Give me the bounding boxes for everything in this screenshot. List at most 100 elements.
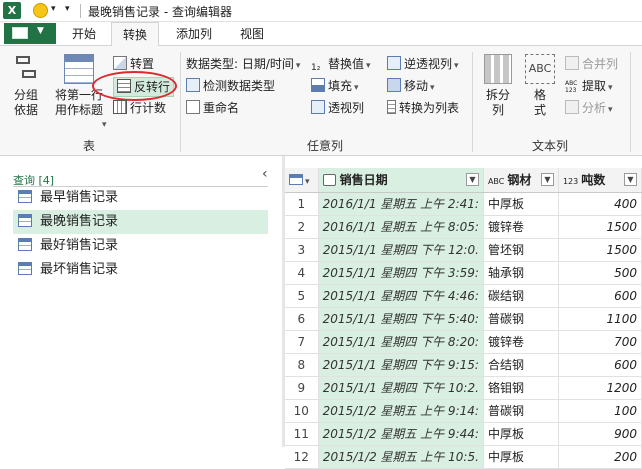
table-row[interactable]: 10 2015/1/2 星期五 上午 9:14: 普碳钢 100: [285, 399, 642, 423]
cell-steel[interactable]: 普碳钢: [483, 307, 559, 331]
smiley-feedback-icon[interactable]: [33, 3, 48, 18]
table-row[interactable]: 1 2016/1/1 星期五 上午 2:41: 中厚板 400: [285, 192, 642, 216]
cell-steel[interactable]: 管坯钢: [483, 238, 559, 262]
column-header-steel[interactable]: ABC 钢材 ▼: [483, 168, 559, 193]
query-item[interactable]: 最好销售记录: [13, 234, 268, 258]
query-item-label: 最晚销售记录: [40, 214, 119, 229]
data-type-dropdown[interactable]: 数据类型: 日期/时间 ▾: [186, 55, 300, 73]
cell-sale-date[interactable]: 2015/1/2 星期五 上午 9:44:: [318, 422, 484, 446]
column-header-tonnage[interactable]: 123 吨数 ▼: [558, 168, 642, 193]
cell-tonnage[interactable]: 600: [558, 353, 642, 377]
table-row[interactable]: 11 2015/1/2 星期五 上午 9:44: 中厚板 900: [285, 422, 642, 446]
fill-button[interactable]: 填充 ▾: [311, 77, 359, 95]
column-name: 销售日期: [339, 173, 388, 188]
table-row[interactable]: 5 2015/1/1 星期四 下午 4:46: 碳结钢 600: [285, 284, 642, 308]
query-item-selected[interactable]: 最晚销售记录: [13, 210, 268, 234]
detect-data-type-label: 检测数据类型: [203, 79, 276, 93]
cell-sale-date[interactable]: 2015/1/1 星期四 下午 8:20:: [318, 330, 484, 354]
cell-sale-date[interactable]: 2015/1/1 星期四 下午 9:15:: [318, 353, 484, 377]
tab-home[interactable]: 开始: [64, 22, 104, 46]
cell-steel[interactable]: 轴承钢: [483, 261, 559, 285]
filter-dropdown-icon[interactable]: ▼: [540, 173, 554, 187]
cell-sale-date[interactable]: 2016/1/1 星期五 上午 8:05:: [318, 215, 484, 239]
cell-tonnage[interactable]: 1100: [558, 307, 642, 331]
cell-sale-date[interactable]: 2016/1/1 星期五 上午 2:41:: [318, 192, 484, 216]
detect-type-icon: [186, 78, 200, 92]
query-item[interactable]: 最坏销售记录: [13, 258, 268, 282]
cell-steel[interactable]: 中厚板: [483, 192, 559, 216]
cell-steel[interactable]: 普碳钢: [483, 399, 559, 423]
pivot-column-button[interactable]: 透视列: [311, 99, 364, 117]
cell-sale-date[interactable]: 2015/1/1 星期四 下午 4:46:: [318, 284, 484, 308]
table-row[interactable]: 4 2015/1/1 星期四 下午 3:59: 轴承钢 500: [285, 261, 642, 285]
tab-add-column[interactable]: 添加列: [166, 22, 222, 46]
move-button[interactable]: 移动 ▾: [387, 77, 435, 95]
column-header-sale-date[interactable]: 销售日期 ▼: [318, 168, 484, 193]
cell-steel[interactable]: 中厚板: [483, 422, 559, 446]
quick-access-dropdown-icon[interactable]: ▾: [65, 4, 70, 14]
cell-steel[interactable]: 中厚板: [483, 445, 559, 469]
table-row[interactable]: 12 2015/1/2 星期五 上午 10:5. 中厚板 200: [285, 445, 642, 469]
query-item[interactable]: 最早销售记录: [13, 186, 268, 210]
dropdown-arrow-icon: ▾: [608, 83, 613, 93]
cell-tonnage[interactable]: 500: [558, 261, 642, 285]
cell-tonnage[interactable]: 200: [558, 445, 642, 469]
excel-file-icon: [12, 27, 28, 39]
list-icon: [387, 100, 396, 114]
cell-sale-date[interactable]: 2015/1/1 星期四 下午 12:0.: [318, 238, 484, 262]
column-name: 钢材: [507, 173, 532, 188]
cell-tonnage[interactable]: 1500: [558, 215, 642, 239]
table-row[interactable]: 2 2016/1/1 星期五 上午 8:05: 镀锌卷 1500: [285, 215, 642, 239]
table-row[interactable]: 8 2015/1/1 星期四 下午 9:15: 合结钢 600: [285, 353, 642, 377]
cell-sale-date[interactable]: 2015/1/2 星期五 上午 9:14:: [318, 399, 484, 423]
cell-steel[interactable]: 铬钼钢: [483, 376, 559, 400]
filter-dropdown-icon[interactable]: ▼: [465, 173, 479, 187]
file-menu-button[interactable]: ▼: [4, 23, 56, 44]
replace-values-label: 替换值: [328, 57, 365, 71]
cell-tonnage[interactable]: 600: [558, 284, 642, 308]
detect-data-type-button[interactable]: 检测数据类型: [186, 77, 275, 95]
table-row[interactable]: 9 2015/1/1 星期四 下午 10:2. 铬钼钢 1200: [285, 376, 642, 400]
format-label: 格 式: [533, 88, 546, 117]
cell-tonnage[interactable]: 1200: [558, 376, 642, 400]
cell-tonnage[interactable]: 100: [558, 399, 642, 423]
group-by-button[interactable]: 分组 依据: [6, 54, 46, 118]
excel-app-icon[interactable]: X: [3, 2, 21, 19]
cell-tonnage[interactable]: 700: [558, 330, 642, 354]
cell-sale-date[interactable]: 2015/1/2 星期五 上午 10:5.: [318, 445, 484, 469]
cell-steel[interactable]: 镀锌卷: [483, 215, 559, 239]
cell-steel[interactable]: 镀锌卷: [483, 330, 559, 354]
table-row[interactable]: 7 2015/1/1 星期四 下午 8:20: 镀锌卷 700: [285, 330, 642, 354]
cell-sale-date[interactable]: 2015/1/1 星期四 下午 5:40:: [318, 307, 484, 331]
datetime-type-icon: [322, 174, 336, 187]
cell-steel[interactable]: 碳结钢: [483, 284, 559, 308]
rename-button[interactable]: 重命名: [186, 99, 239, 117]
count-rows-button[interactable]: 行计数: [113, 99, 166, 117]
tab-transform[interactable]: 转换: [111, 22, 159, 47]
query-item-label: 最坏销售记录: [40, 262, 119, 277]
replace-values-button[interactable]: 1₂ 替换值 ▾: [311, 55, 371, 73]
table-corner-menu[interactable]: ▾: [285, 168, 319, 193]
row-number: 4: [285, 261, 319, 285]
collapse-pane-chevron-icon[interactable]: ‹: [262, 166, 268, 182]
row-number: 10: [285, 399, 319, 423]
convert-to-list-button[interactable]: 转换为列表: [387, 99, 459, 117]
cell-tonnage[interactable]: 400: [558, 192, 642, 216]
tab-view[interactable]: 视图: [232, 22, 272, 46]
dropdown-arrow-icon[interactable]: ▾: [51, 4, 56, 14]
cell-sale-date[interactable]: 2015/1/1 星期四 下午 3:59:: [318, 261, 484, 285]
cell-steel[interactable]: 合结钢: [483, 353, 559, 377]
extract-button[interactable]: ABC 123 提取 ▾: [565, 77, 613, 95]
merge-columns-button[interactable]: 合并列: [565, 55, 618, 73]
cell-sale-date[interactable]: 2015/1/1 星期四 下午 10:2.: [318, 376, 484, 400]
parse-button[interactable]: 分析 ▾: [565, 99, 613, 117]
table-row[interactable]: 6 2015/1/1 星期四 下午 5:40: 普碳钢 1100: [285, 307, 642, 331]
cell-tonnage[interactable]: 900: [558, 422, 642, 446]
table-icon: [18, 190, 32, 203]
table-row[interactable]: 3 2015/1/1 星期四 下午 12:0. 管坯钢 1500: [285, 238, 642, 262]
filter-dropdown-icon[interactable]: ▼: [624, 173, 637, 187]
unpivot-columns-button[interactable]: 逆透视列 ▾: [387, 55, 459, 73]
split-column-button[interactable]: 拆分 列: [478, 54, 518, 118]
cell-tonnage[interactable]: 1500: [558, 238, 642, 262]
format-button[interactable]: ABC 格 式: [522, 54, 558, 118]
